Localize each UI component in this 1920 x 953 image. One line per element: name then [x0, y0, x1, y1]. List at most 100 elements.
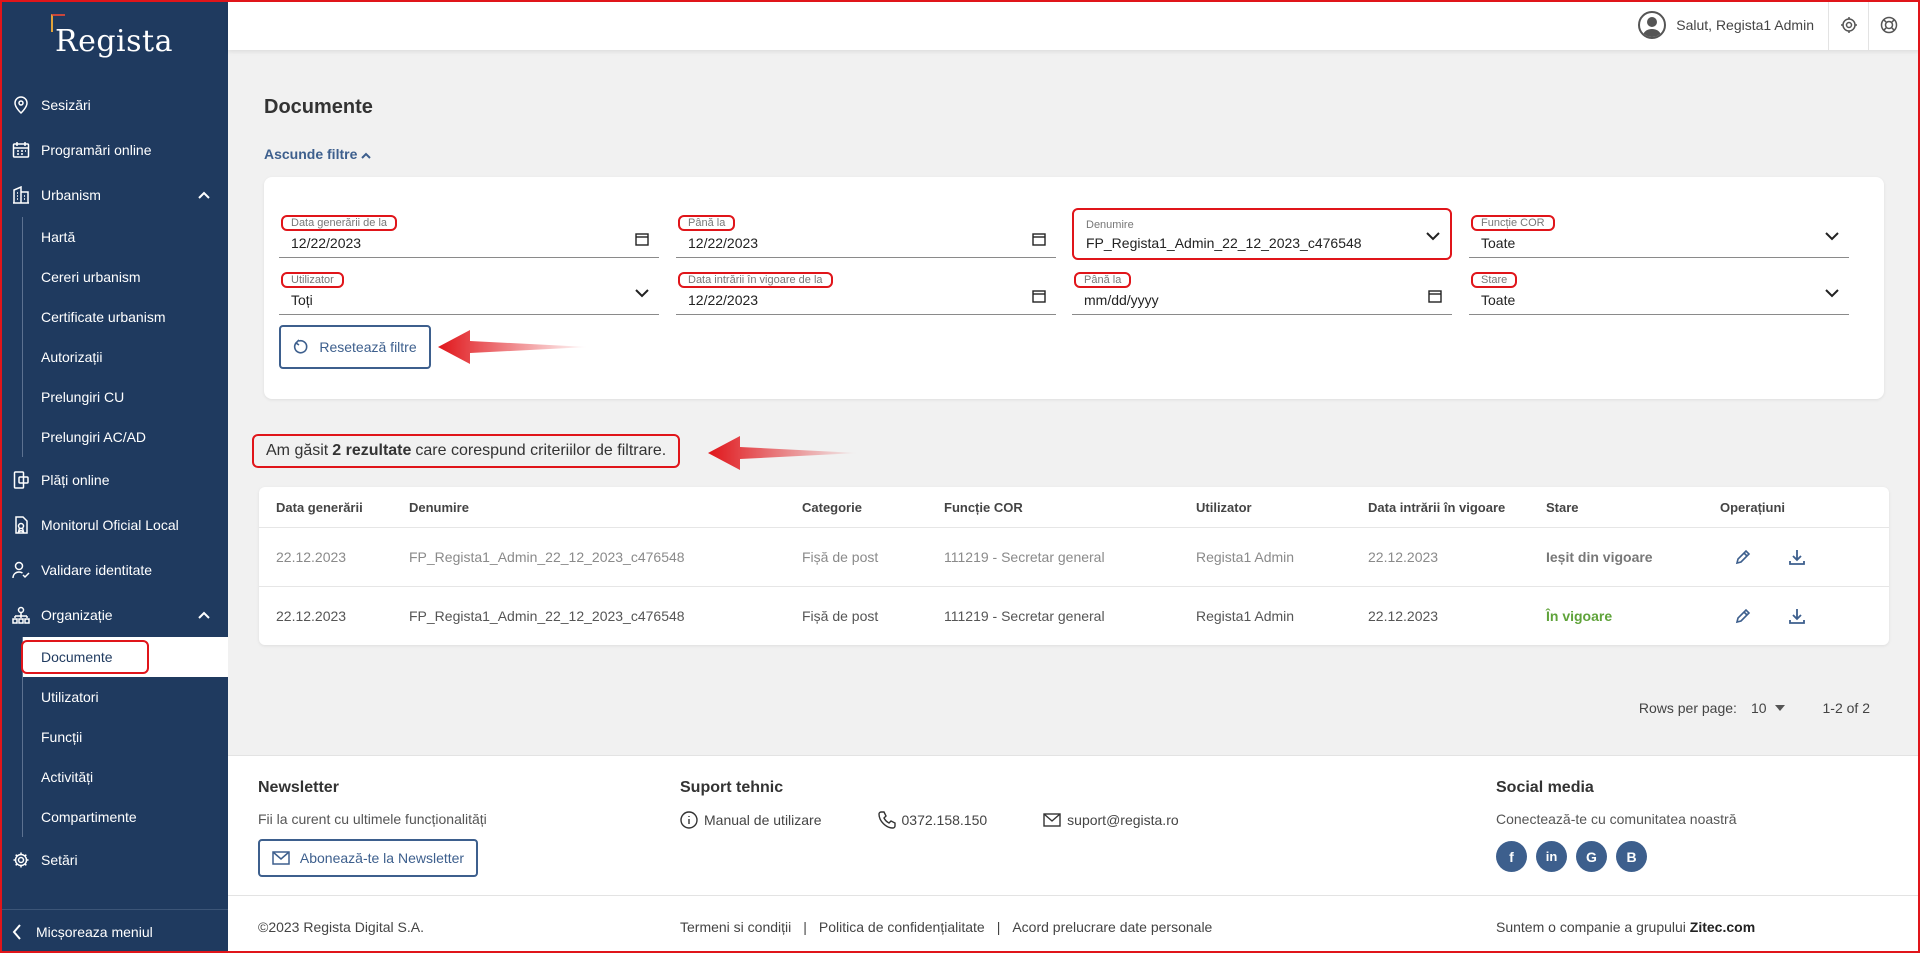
sidebar-subitem-cereri-urbanism[interactable]: Cereri urbanism [22, 257, 228, 297]
column-header[interactable]: Categorie [802, 500, 944, 515]
table-row[interactable]: 22.12.2023 FP_Regista1_Admin_22_12_2023_… [259, 586, 1889, 645]
utilizator-select[interactable]: Utilizator Toți [279, 267, 659, 315]
column-header[interactable]: Stare [1546, 500, 1720, 515]
sidebar-item-validare-identitate[interactable]: Validare identitate [0, 547, 228, 592]
cell-data-intrarii: 22.12.2023 [1368, 608, 1439, 624]
annotation-arrow [708, 436, 858, 470]
link-separator: | [803, 919, 807, 935]
privacy-link[interactable]: Politica de confidențialitate [819, 919, 985, 935]
cell-data-generarii: 22.12.2023 [276, 549, 347, 565]
mail-icon [1043, 813, 1061, 827]
data-generarii-de-la-field[interactable]: Data generării de la 12/22/2023 [279, 210, 659, 258]
chevron-up-icon [361, 146, 371, 162]
edit-icon[interactable] [1734, 607, 1752, 625]
gear-icon [1840, 16, 1858, 34]
field-value: Toate [1481, 292, 1516, 308]
data-intrarii-in-vigoare-field[interactable]: Data intrării în vigoare de la 12/22/202… [676, 267, 1056, 315]
calendar-icon[interactable] [1032, 232, 1046, 249]
settings-button[interactable] [1828, 0, 1868, 50]
subscribe-newsletter-button[interactable]: Abonează-te la Newsletter [258, 839, 478, 877]
functie-cor-select[interactable]: Funcție COR Toate [1469, 210, 1849, 258]
sidebar-subitem-utilizatori[interactable]: Utilizatori [22, 677, 228, 717]
company-group-prefix: Suntem o companie a grupului [1496, 919, 1686, 935]
column-header[interactable]: Data generării [259, 500, 409, 515]
footer: Newsletter Fii la curent cu ultimele fun… [228, 755, 1920, 953]
org-chart-icon [12, 606, 30, 624]
sidebar-subitem-autorizatii[interactable]: Autorizații [22, 337, 228, 377]
calendar-icon[interactable] [635, 232, 649, 249]
facebook-icon[interactable]: f [1496, 841, 1527, 872]
company-group-link[interactable]: Zitec.com [1690, 919, 1755, 935]
column-header[interactable]: Denumire [409, 500, 802, 515]
results-count: 2 rezultate [332, 442, 412, 459]
legal-links: Termeni si condiții | Politica de confid… [680, 919, 1212, 935]
support-email-label: suport@regista.ro [1067, 812, 1179, 828]
reset-filters-button[interactable]: Resetează filtre [279, 325, 431, 369]
sidebar-item-plati-online[interactable]: Plăți online [0, 457, 228, 502]
logo[interactable]: Regista [0, 0, 228, 82]
cell-categorie: Fișă de post [802, 608, 879, 624]
column-header[interactable]: Funcție COR [944, 500, 1196, 515]
consent-link[interactable]: Acord prelucrare date personale [1012, 919, 1212, 935]
column-header[interactable]: Utilizator [1196, 500, 1368, 515]
column-header[interactable]: Data intrării în vigoare [1368, 500, 1546, 515]
sidebar-subitem-compartimente[interactable]: Compartimente [22, 797, 228, 837]
edit-icon[interactable] [1734, 548, 1752, 566]
sidebar-item-label: Validare identitate [41, 561, 153, 578]
stare-select[interactable]: Stare Toate [1469, 267, 1849, 315]
link-separator: | [996, 919, 1001, 935]
cell-functie-cor: 111219 - Secretar general [944, 549, 1105, 565]
support-email-link[interactable]: suport@regista.ro [1043, 811, 1179, 829]
footer-support: Suport tehnic Manual de utilizare 0372.1… [680, 779, 1235, 829]
cell-denumire: FP_Regista1_Admin_22_12_2023_c476548 [409, 608, 685, 624]
download-icon[interactable] [1788, 548, 1806, 566]
chevron-up-icon [198, 606, 210, 622]
pana-la-generare-field[interactable]: Până la 12/22/2023 [676, 210, 1056, 258]
sidebar-subitem-prelungiri-ac-ad[interactable]: Prelungiri AC/AD [22, 417, 228, 457]
page-title: Documente [264, 96, 373, 118]
footer-newsletter: Newsletter Fii la curent cu ultimele fun… [258, 779, 487, 877]
sidebar-subitem-prelungiri-cu[interactable]: Prelungiri CU [22, 377, 228, 417]
user-manual-label: Manual de utilizare [704, 812, 822, 828]
results-summary: Am găsit 2 rezultate care corespund crit… [252, 434, 681, 468]
calendar-icon[interactable] [1032, 289, 1046, 306]
chevron-down-icon [1426, 228, 1440, 244]
rows-per-page-select[interactable]: 10 [1751, 700, 1785, 716]
support-phone-link[interactable]: 0372.158.150 [877, 811, 987, 829]
cell-data-intrarii: 22.12.2023 [1368, 549, 1439, 565]
document-seal-icon [12, 515, 30, 534]
social-title: Social media [1496, 779, 1594, 796]
sidebar-subitem-certificate-urbanism[interactable]: Certificate urbanism [22, 297, 228, 337]
user-menu[interactable]: Salut, Regista1 Admin [1638, 11, 1814, 39]
pana-la-vigoare-field[interactable]: Până la mm/dd/yyyy [1072, 267, 1452, 315]
sidebar-item-organizatie[interactable]: Organizație [0, 592, 228, 637]
field-value: mm/dd/yyyy [1084, 292, 1159, 308]
help-button[interactable] [1868, 0, 1908, 50]
terms-link[interactable]: Termeni si condiții [680, 919, 791, 935]
cell-categorie: Fișă de post [802, 549, 879, 565]
denumire-select[interactable]: Denumire FP_Regista1_Admin_22_12_2023_c4… [1072, 208, 1452, 260]
collapse-menu-button[interactable]: Micșoreaza meniul [0, 909, 228, 953]
user-manual-link[interactable]: Manual de utilizare [680, 811, 822, 829]
sidebar-item-sesizari[interactable]: Sesizări [0, 82, 228, 127]
sidebar-subitem-documente[interactable]: Documente [21, 637, 228, 677]
row-operations [1720, 548, 1889, 566]
sidebar-subitem-activitati[interactable]: Activități [22, 757, 228, 797]
sidebar-item-urbanism[interactable]: Urbanism [0, 172, 228, 217]
sidebar-subitem-harta[interactable]: Hartă [22, 217, 228, 257]
linkedin-icon[interactable]: in [1536, 841, 1567, 872]
sidebar-item-setari[interactable]: Setări [0, 837, 228, 882]
refresh-icon [293, 339, 309, 355]
google-icon[interactable]: G [1576, 841, 1607, 872]
sidebar-item-programari[interactable]: Programări online [0, 127, 228, 172]
sidebar-subitem-functii[interactable]: Funcții [22, 717, 228, 757]
toggle-filters-button[interactable]: Ascunde filtre [264, 146, 371, 162]
download-icon[interactable] [1788, 607, 1806, 625]
sidebar-item-monitorul-oficial[interactable]: Monitorul Oficial Local [0, 502, 228, 547]
blogger-icon[interactable]: B [1616, 841, 1647, 872]
sidebar-item-label: Organizație [41, 606, 113, 623]
table-row[interactable]: 22.12.2023 FP_Regista1_Admin_22_12_2023_… [259, 527, 1889, 586]
payment-icon [12, 470, 30, 489]
avatar [1638, 11, 1667, 39]
calendar-icon[interactable] [1428, 289, 1442, 306]
